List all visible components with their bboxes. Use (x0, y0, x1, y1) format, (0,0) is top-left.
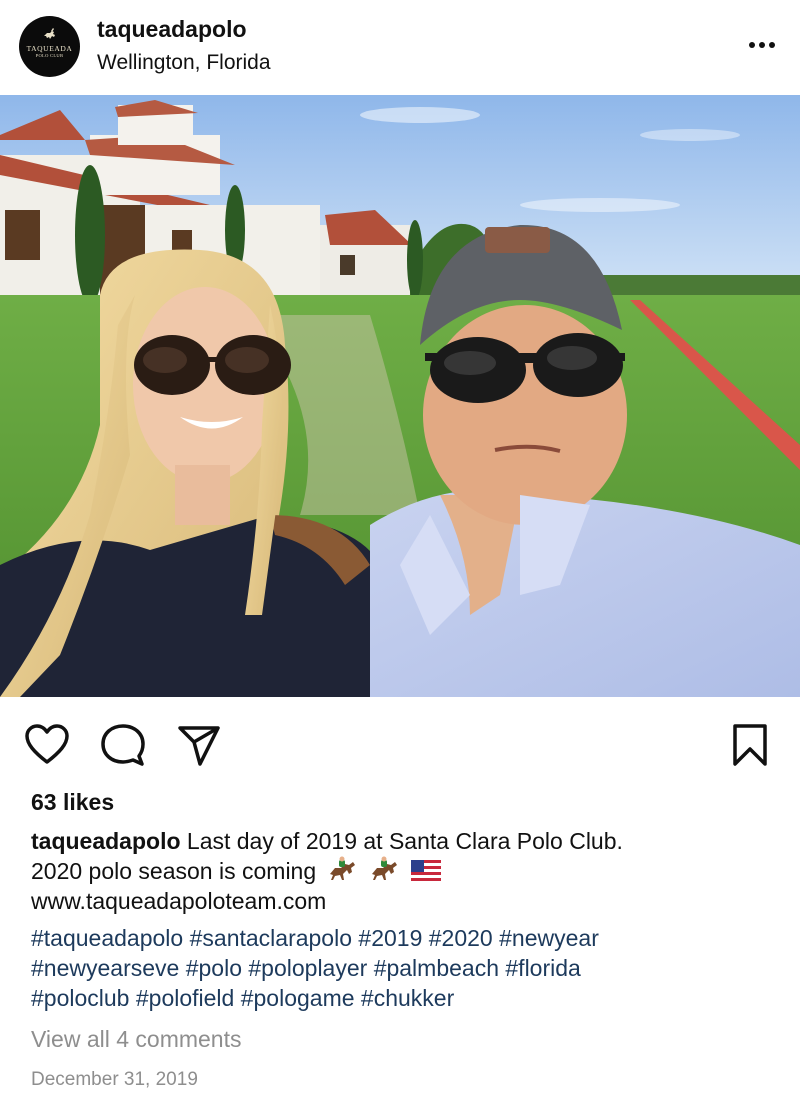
horse-rider-icon (44, 28, 55, 39)
hashtag[interactable]: #polofield (136, 985, 234, 1011)
hashtag[interactable]: #newyearseve (31, 955, 179, 981)
caption-link[interactable]: www.taqueadapoloteam.com (31, 886, 771, 916)
horse-racing-emoji (371, 856, 397, 880)
caption-text-2: 2020 polo season is coming (31, 858, 317, 884)
hashtag[interactable]: #poloplayer (248, 955, 367, 981)
hashtag[interactable]: #florida (505, 955, 580, 981)
avatar[interactable]: TAQUEADA POLO CLUB (19, 16, 80, 77)
hashtag[interactable]: #poloclub (31, 985, 129, 1011)
likes-count[interactable]: 63 likes (31, 789, 114, 816)
hashtag[interactable]: #2019 (358, 925, 422, 951)
paper-plane-icon[interactable] (176, 722, 222, 768)
us-flag-emoji (411, 860, 442, 882)
avatar-logo-subtext: POLO CLUB (35, 53, 64, 58)
post-header: TAQUEADA POLO CLUB taqueadapolo Wellingt… (0, 0, 800, 95)
post-photo (0, 95, 800, 697)
caption: taqueadapolo Last day of 2019 at Santa C… (31, 826, 771, 916)
hashtag[interactable]: #polo (186, 955, 242, 981)
caption-line-2: 2020 polo season is coming (31, 856, 771, 886)
action-bar (0, 710, 800, 776)
avatar-logo-text: TAQUEADA (26, 44, 73, 53)
caption-line-1: taqueadapolo Last day of 2019 at Santa C… (31, 826, 771, 856)
caption-username[interactable]: taqueadapolo (31, 828, 181, 854)
heart-icon[interactable] (24, 722, 70, 768)
horse-racing-emoji (329, 856, 355, 880)
caption-text-1: Last day of 2019 at Santa Clara Polo Clu… (186, 828, 623, 854)
hashtag[interactable]: #2020 (429, 925, 493, 951)
location[interactable]: Wellington, Florida (97, 51, 271, 75)
more-horizontal-icon[interactable] (742, 30, 782, 60)
hashtag[interactable]: #chukker (361, 985, 454, 1011)
hashtag-line-1: #taqueadapolo #santaclarapolo #2019 #202… (31, 923, 771, 953)
view-all-comments-link[interactable]: View all 4 comments (31, 1026, 242, 1053)
hashtag-line-3: #poloclub #polofield #pologame #chukker (31, 983, 771, 1013)
bookmark-icon[interactable] (727, 722, 773, 768)
comment-bubble-icon[interactable] (100, 722, 146, 768)
username[interactable]: taqueadapolo (97, 16, 247, 43)
hashtag[interactable]: #taqueadapolo (31, 925, 183, 951)
hashtag[interactable]: #santaclarapolo (190, 925, 352, 951)
hashtag[interactable]: #newyear (499, 925, 599, 951)
hashtag-line-2: #newyearseve #polo #poloplayer #palmbeac… (31, 953, 771, 983)
post-image[interactable] (0, 95, 800, 697)
hashtags: #taqueadapolo #santaclarapolo #2019 #202… (31, 923, 771, 1013)
hashtag[interactable]: #pologame (241, 985, 355, 1011)
post-date: December 31, 2019 (31, 1069, 198, 1090)
hashtag[interactable]: #palmbeach (374, 955, 499, 981)
